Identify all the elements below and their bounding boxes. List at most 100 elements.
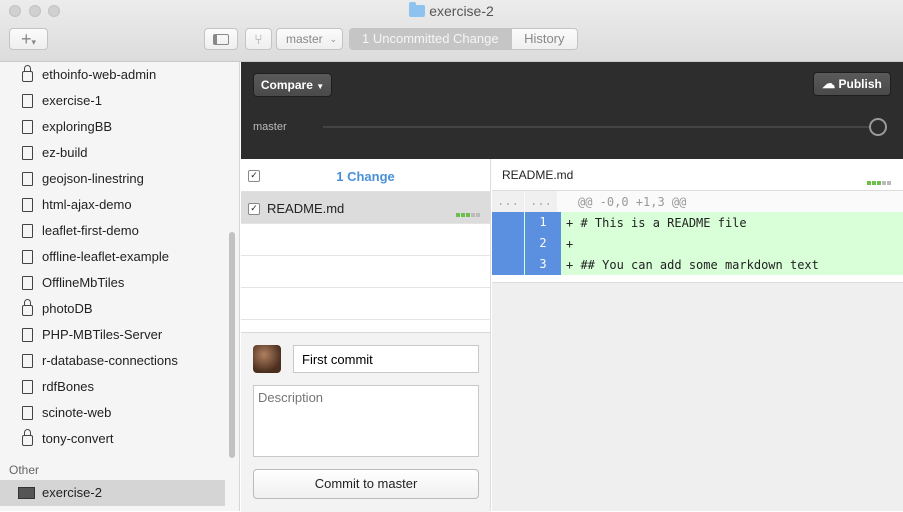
- sidebar-item-tony-convert[interactable]: tony-convert: [0, 426, 225, 452]
- repo-icon: [22, 224, 33, 238]
- sidebar-icon: [213, 34, 229, 45]
- sidebar-item-label: geojson-linestring: [42, 171, 144, 186]
- title-bar: exercise-2 +▾ ⑂ master ⌄ 1 Uncommitted C…: [0, 0, 903, 62]
- sidebar-item-label: PHP-MBTiles-Server: [42, 327, 163, 342]
- window-title: exercise-2: [0, 2, 903, 19]
- sidebar-item-leaflet-first-demo[interactable]: leaflet-first-demo: [0, 218, 225, 244]
- stat-added-mark: [867, 181, 871, 185]
- commit-description-input[interactable]: [253, 385, 479, 457]
- repo-icon: [22, 146, 33, 160]
- stat-added-mark: [877, 181, 881, 185]
- compare-button-label: Compare: [260, 78, 313, 92]
- diff-line-added: 1 + # This is a README file: [492, 212, 903, 233]
- computer-icon: [18, 487, 35, 499]
- diff-line-text: + # This is a README file: [566, 216, 747, 230]
- branch-select-label: master: [286, 32, 323, 46]
- repo-icon: [22, 276, 33, 290]
- sidebar-item-scinote-web[interactable]: scinote-web: [0, 400, 225, 426]
- sidebar-scrollbar[interactable]: [229, 232, 235, 458]
- hunk-header-text: @@ -0,0 +1,3 @@: [578, 195, 687, 209]
- commit-summary-input[interactable]: [293, 345, 479, 373]
- repo-icon: [22, 172, 33, 186]
- sidebar-item-label: leaflet-first-demo: [42, 223, 139, 238]
- diff-stat-indicator: [867, 173, 892, 188]
- sidebar-item-label: ethoinfo-web-admin: [42, 67, 157, 82]
- diff-hunk-header: ... ... @@ -0,0 +1,3 @@: [492, 191, 903, 212]
- sidebar-item-offline-leaflet-example[interactable]: offline-leaflet-example: [0, 244, 225, 270]
- branch-icon: ⑂: [254, 31, 263, 47]
- repo-icon: [22, 380, 33, 394]
- sidebar-item-r-database-connections[interactable]: r-database-connections: [0, 348, 225, 374]
- sidebar-item-php-mbtiles-server[interactable]: PHP-MBTiles-Server: [0, 322, 225, 348]
- chevron-down-icon: ⌄: [329, 34, 337, 44]
- stat-added-mark: [461, 213, 465, 217]
- sidebar-item-offlinembtiles[interactable]: OfflineMbTiles: [0, 270, 225, 296]
- sidebar-item-exercise-1[interactable]: exercise-1: [0, 88, 225, 114]
- diff-filename: README.md: [502, 168, 574, 182]
- sidebar-item-exercise-2[interactable]: exercise-2: [0, 480, 225, 506]
- old-line-gutter: [492, 212, 524, 233]
- old-line-gutter: ...: [492, 191, 524, 212]
- sidebar-item-geojson-linestring[interactable]: geojson-linestring: [0, 166, 225, 192]
- stat-neutral-mark: [887, 181, 891, 185]
- commit-area: Commit to master: [241, 332, 490, 512]
- repo-icon: [22, 120, 33, 134]
- sidebar-item-label: OfflineMbTiles: [42, 275, 125, 290]
- sidebar-item-ethoinfo-web-admin[interactable]: ethoinfo-web-admin: [0, 62, 225, 88]
- sidebar-item-ez-build[interactable]: ez-build: [0, 140, 225, 166]
- old-line-gutter: [492, 254, 524, 275]
- repo-icon: [22, 328, 33, 342]
- sidebar-item-rdfbones[interactable]: rdfBones: [0, 374, 225, 400]
- cloud-upload-icon: ☁: [822, 76, 836, 91]
- branch-timeline: [323, 126, 871, 128]
- tab-uncommitted-changes[interactable]: 1 Uncommitted Change: [350, 29, 511, 49]
- diff-header: README.md: [492, 159, 903, 191]
- repo-icon: [22, 354, 33, 368]
- changed-file-row[interactable]: ✓ README.md: [241, 192, 490, 224]
- lock-icon: [22, 65, 33, 82]
- stat-neutral-mark: [476, 213, 480, 217]
- sidebar-item-label: exploringBB: [42, 119, 113, 134]
- stat-neutral-mark: [882, 181, 886, 185]
- lock-icon: [22, 429, 33, 446]
- old-line-gutter: [492, 233, 524, 254]
- changes-header: ✓ 1 Change: [241, 159, 490, 192]
- view-segmented-control: 1 Uncommitted Change History: [349, 28, 578, 50]
- stat-added-mark: [466, 213, 470, 217]
- branch-name-label: master: [253, 121, 287, 133]
- sidebar-item-label: offline-leaflet-example: [42, 249, 169, 264]
- list-item: [241, 224, 490, 256]
- diff-line-text: +: [566, 237, 574, 251]
- sidebar-item-label: html-ajax-demo: [42, 197, 132, 212]
- publish-button-label: Publish: [838, 77, 882, 91]
- sidebar-item-photodb[interactable]: photoDB: [0, 296, 225, 322]
- publish-button[interactable]: ☁ Publish: [813, 72, 891, 96]
- add-repo-button[interactable]: +▾: [9, 28, 48, 50]
- sidebar-item-label: exercise-1: [42, 93, 102, 108]
- sidebar-item-html-ajax-demo[interactable]: html-ajax-demo: [0, 192, 225, 218]
- diff-end-divider: [492, 275, 903, 283]
- sidebar-item-label: tony-convert: [42, 431, 114, 446]
- avatar: [253, 345, 281, 373]
- commit-button[interactable]: Commit to master: [253, 469, 479, 499]
- sidebar-item-label: r-database-connections: [42, 353, 178, 368]
- tab-history[interactable]: History: [510, 29, 577, 49]
- new-line-gutter: ...: [525, 191, 557, 212]
- changes-count: 1 Change: [336, 169, 395, 184]
- diff-line-added: 2 +: [492, 233, 903, 254]
- diff-line-added: 3 + ## You can add some markdown text: [492, 254, 903, 275]
- repository-sidebar: ethoinfo-web-admin exercise-1 exploringBB e…: [0, 62, 240, 511]
- toggle-sidebar-button[interactable]: [204, 28, 238, 50]
- branch-select[interactable]: master ⌄: [276, 28, 343, 50]
- sync-icon[interactable]: [869, 118, 887, 136]
- create-branch-button[interactable]: ⑂: [245, 28, 272, 50]
- stat-neutral-mark: [471, 213, 475, 217]
- sidebar-item-exploringbb[interactable]: exploringBB: [0, 114, 225, 140]
- new-line-number: 2: [525, 233, 561, 254]
- compare-button[interactable]: Compare ▼: [253, 73, 332, 97]
- file-checkbox[interactable]: ✓: [248, 203, 260, 215]
- repo-icon: [22, 198, 33, 212]
- sidebar-item-label: ez-build: [42, 145, 88, 160]
- repo-icon: [22, 406, 33, 420]
- stat-added-mark: [872, 181, 876, 185]
